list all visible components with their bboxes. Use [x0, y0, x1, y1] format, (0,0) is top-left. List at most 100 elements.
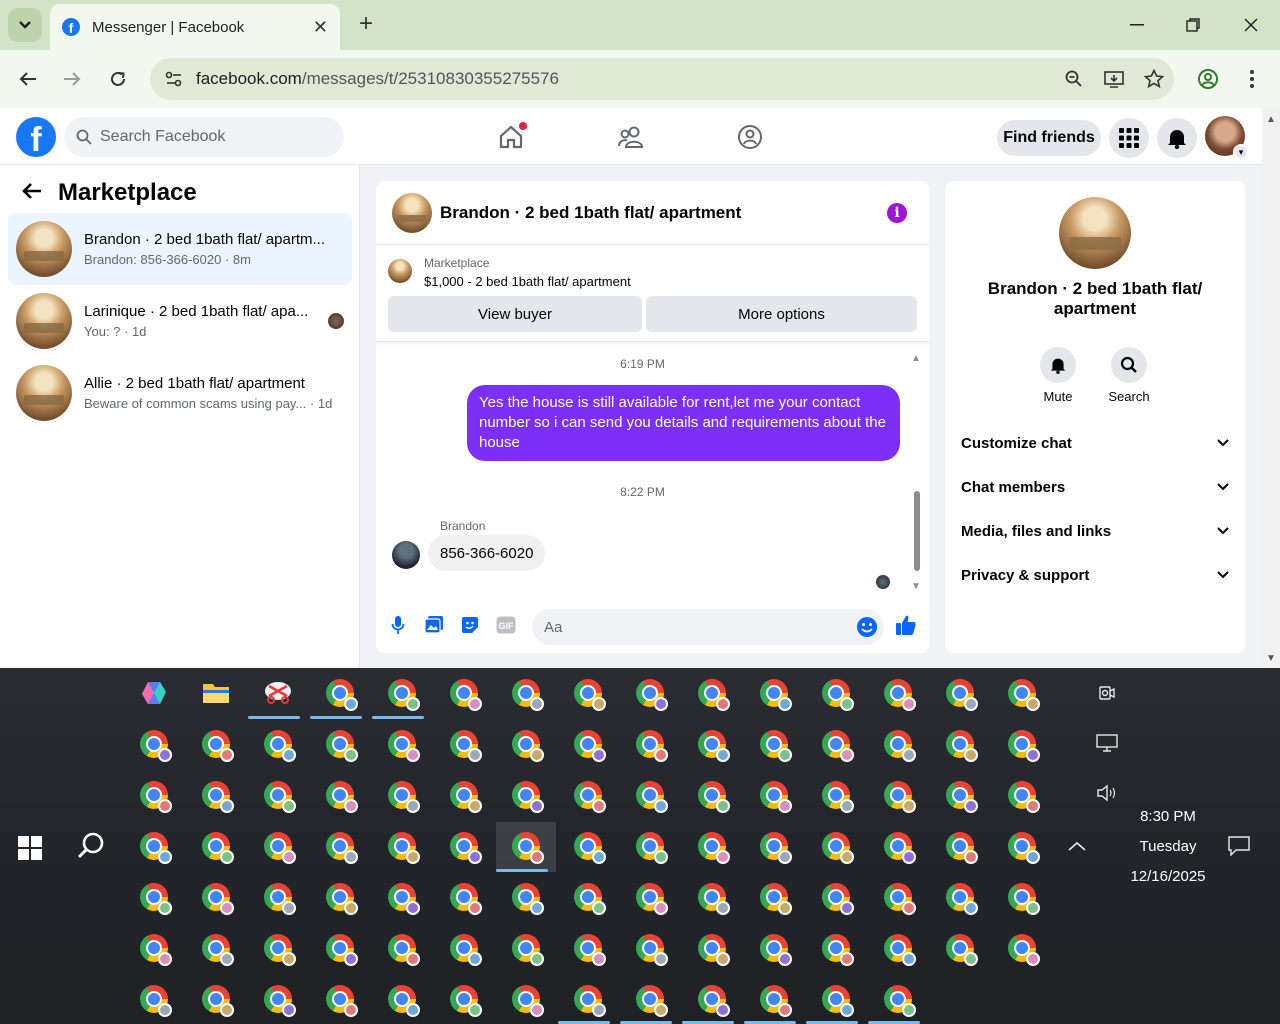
chrome-profile-app-icon[interactable] — [688, 873, 736, 921]
chrome-profile-app-icon[interactable] — [936, 924, 984, 972]
scroll-down-icon[interactable]: ▼ — [1266, 653, 1276, 664]
chrome-profile-app-icon[interactable] — [998, 669, 1046, 717]
chrome-profile-app-icon[interactable] — [626, 720, 674, 768]
chrome-profile-app-icon[interactable] — [564, 924, 612, 972]
chrome-profile-app-icon[interactable] — [440, 975, 488, 1023]
scroll-up-icon[interactable]: ▲ — [911, 353, 921, 364]
facebook-search-box[interactable] — [64, 117, 344, 157]
chrome-profile-app-icon[interactable] — [192, 771, 240, 819]
chrome-profile-app-icon[interactable] — [378, 975, 426, 1023]
chrome-profile-app-icon[interactable] — [192, 720, 240, 768]
reload-button[interactable] — [103, 64, 133, 94]
chrome-profile-app-icon[interactable] — [688, 975, 736, 1023]
info-icon[interactable]: i — [887, 203, 907, 223]
chrome-profile-app-icon[interactable] — [440, 771, 488, 819]
chrome-profile-app-icon[interactable] — [626, 924, 674, 972]
chrome-profile-app-icon[interactable] — [998, 822, 1046, 870]
friends-nav[interactable] — [614, 120, 648, 154]
clock-date[interactable]: 12/16/2025 — [1118, 868, 1218, 885]
chrome-profile-app-icon[interactable] — [378, 924, 426, 972]
network-icon[interactable] — [1096, 734, 1118, 757]
chrome-profile-app-icon[interactable] — [130, 873, 178, 921]
chrome-profile-app-icon[interactable] — [812, 924, 860, 972]
chrome-profile-app-icon[interactable] — [254, 822, 302, 870]
tab-search-button[interactable] — [8, 8, 42, 42]
chrome-profile-app-icon[interactable] — [378, 771, 426, 819]
chrome-profile-app-icon[interactable] — [378, 669, 426, 717]
search-action[interactable]: Search — [1099, 347, 1159, 404]
bookmark-star-icon[interactable] — [1134, 69, 1174, 89]
chrome-profile-app-icon[interactable] — [750, 669, 798, 717]
thumbs-up-icon[interactable] — [894, 613, 918, 637]
chrome-profile-app-icon[interactable] — [936, 720, 984, 768]
snipping-tool-app-icon[interactable] — [254, 669, 302, 717]
chrome-profile-app-icon[interactable] — [750, 822, 798, 870]
chrome-profile-app-icon[interactable] — [564, 822, 612, 870]
chrome-profile-app-icon[interactable] — [626, 771, 674, 819]
action-center-icon[interactable] — [1228, 836, 1250, 861]
chrome-profile-app-icon[interactable] — [316, 669, 364, 717]
taskbar-search-button[interactable] — [76, 831, 106, 861]
section-privacy-support[interactable]: Privacy & support — [961, 555, 1229, 595]
chrome-profile-app-icon[interactable] — [316, 720, 364, 768]
chrome-profile-app-icon[interactable] — [812, 873, 860, 921]
photo-icon[interactable] — [422, 613, 446, 637]
chrome-profile-app-icon[interactable] — [750, 771, 798, 819]
chrome-profile-app-icon[interactable] — [130, 924, 178, 972]
chrome-profile-app-icon[interactable] — [936, 669, 984, 717]
chrome-profile-app-icon[interactable] — [254, 720, 302, 768]
chrome-profile-app-icon[interactable] — [192, 873, 240, 921]
chrome-profile-app-icon[interactable] — [812, 669, 860, 717]
chrome-profile-app-icon[interactable] — [688, 822, 736, 870]
chrome-profile-app-icon[interactable] — [812, 822, 860, 870]
forward-button[interactable] — [57, 64, 87, 94]
message-input-box[interactable] — [532, 609, 884, 645]
new-tab-button[interactable]: + — [352, 10, 380, 38]
chrome-profile-app-icon[interactable] — [502, 720, 550, 768]
install-app-icon[interactable] — [1094, 70, 1134, 88]
chrome-profile-app-icon[interactable] — [626, 822, 674, 870]
listing-title[interactable]: $1,000 - 2 bed 1bath flat/ apartment — [424, 274, 631, 289]
chrome-profile-app-icon[interactable] — [130, 771, 178, 819]
show-hidden-icons-chevron-up-icon[interactable] — [1068, 838, 1086, 856]
menu-button[interactable] — [1109, 118, 1149, 158]
chrome-profile-app-icon[interactable] — [564, 771, 612, 819]
mute-action[interactable]: Mute — [1028, 347, 1088, 404]
chrome-profile-app-icon[interactable] — [936, 771, 984, 819]
chrome-profile-app-icon[interactable] — [254, 924, 302, 972]
chrome-profile-app-icon[interactable] — [626, 873, 674, 921]
chrome-profile-app-icon[interactable] — [874, 822, 922, 870]
minimize-button[interactable] — [1108, 0, 1166, 50]
chrome-profile-app-icon[interactable] — [316, 771, 364, 819]
chrome-profile-app-icon[interactable] — [440, 873, 488, 921]
back-arrow-icon[interactable] — [22, 179, 42, 207]
close-window-button[interactable] — [1222, 0, 1280, 50]
chrome-profile-app-icon[interactable] — [254, 873, 302, 921]
chrome-profile-app-icon[interactable] — [688, 924, 736, 972]
scroll-down-icon[interactable]: ▼ — [911, 581, 921, 592]
chrome-profile-app-icon[interactable] — [688, 771, 736, 819]
notifications-button[interactable] — [1157, 118, 1197, 158]
chat-title[interactable]: Brandon · 2 bed 1bath flat/ apartment — [440, 203, 741, 223]
chrome-profile-app-icon[interactable] — [254, 975, 302, 1023]
chrome-profile-app-icon[interactable] — [502, 924, 550, 972]
chrome-profile-app-icon[interactable] — [812, 975, 860, 1023]
chrome-profile-app-icon[interactable] — [936, 822, 984, 870]
conversation-item-larinique[interactable]: Larinique · 2 bed 1bath flat/ apa... You… — [8, 285, 352, 357]
scrollbar-thumb[interactable] — [914, 491, 920, 571]
chrome-profile-app-icon[interactable] — [936, 873, 984, 921]
chrome-profile-app-icon[interactable] — [130, 822, 178, 870]
chrome-profile-app-icon[interactable] — [502, 873, 550, 921]
facebook-search-input[interactable] — [100, 128, 320, 146]
emoji-icon[interactable] — [856, 616, 878, 643]
chrome-profile-app-icon[interactable] — [130, 975, 178, 1023]
groups-nav[interactable] — [733, 120, 767, 154]
account-avatar[interactable]: ▾ — [1205, 116, 1249, 160]
chrome-profile-app-icon[interactable] — [502, 771, 550, 819]
message-input[interactable] — [544, 618, 834, 636]
chrome-profile-app-icon[interactable] — [626, 975, 674, 1023]
close-tab-icon[interactable]: ✕ — [313, 17, 328, 38]
chrome-profile-app-icon[interactable] — [440, 924, 488, 972]
clock-time[interactable]: 8:30 PM — [1118, 808, 1218, 825]
home-nav[interactable] — [494, 120, 528, 154]
